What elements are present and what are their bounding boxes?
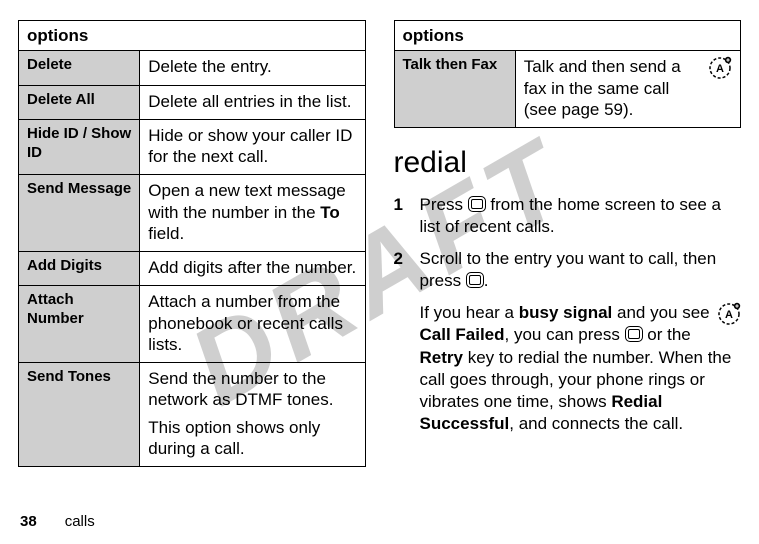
table-header: options (19, 21, 366, 51)
option-label: Send Tones (19, 363, 140, 467)
option-label: Delete All (19, 85, 140, 119)
list-item: 1 Press from the home screen to see a li… (394, 194, 742, 238)
option-label: Delete (19, 51, 140, 85)
svg-text:A: A (725, 309, 733, 321)
desc-bold: To (320, 203, 340, 222)
step-text: . (484, 271, 489, 290)
svg-text:A: A (716, 63, 724, 75)
option-desc: Hide or show your caller ID for the next… (140, 119, 365, 175)
option-label: Hide ID / Show ID (19, 119, 140, 175)
table-row: Delete All Delete all entries in the lis… (19, 85, 366, 119)
option-desc: Open a new text message with the number … (140, 175, 365, 252)
option-label: Talk then Fax (394, 51, 515, 128)
desc-text: Open a new text message with the number … (148, 181, 346, 221)
para-text: , you can press (505, 325, 625, 344)
table-row: Send Tones Send the number to the networ… (19, 363, 366, 467)
option-desc: A Talk and then send a fax in the same c… (515, 51, 740, 128)
step-text: Scroll to the entry you want to call, th… (420, 249, 717, 290)
step-text: Press (420, 195, 468, 214)
table-row: Send Message Open a new text message wit… (19, 175, 366, 252)
para-bold: busy signal (519, 303, 613, 322)
call-key-icon (468, 196, 486, 212)
page-footer: 38 calls (20, 513, 95, 530)
left-options-table: options Delete Delete the entry. Delete … (18, 20, 366, 467)
page-content: options Delete Delete the entry. Delete … (0, 0, 759, 480)
option-label: Add Digits (19, 252, 140, 286)
option-label: Send Message (19, 175, 140, 252)
para-text: and you see (612, 303, 709, 322)
desc-text: Send the number to the network as DTMF t… (148, 368, 356, 411)
table-row: Delete Delete the entry. (19, 51, 366, 85)
list-item: 2 Scroll to the entry you want to call, … (394, 248, 742, 292)
page-number: 38 (20, 513, 37, 530)
desc-text: Talk and then send a fax in the same cal… (524, 57, 681, 119)
table-header: options (394, 21, 741, 51)
plus-a-icon: A (708, 56, 732, 80)
option-desc: Add digits after the number. (140, 252, 365, 286)
table-row: Hide ID / Show ID Hide or show your call… (19, 119, 366, 175)
step-number: 1 (394, 194, 420, 238)
paragraph: A If you hear a busy signal and you see … (420, 302, 742, 435)
para-text: key to redial the number. When the call … (420, 348, 732, 411)
call-key-icon (466, 272, 484, 288)
right-options-table: options Talk then Fax A Talk and then se… (394, 20, 742, 128)
para-bold: Retry (420, 348, 463, 367)
table-row: Talk then Fax A Talk and then send a fax… (394, 51, 741, 128)
section-title: redial (394, 146, 742, 180)
para-text: or the (643, 325, 691, 344)
step-body: Press from the home screen to see a list… (420, 194, 742, 238)
right-column: options Talk then Fax A Talk and then se… (394, 20, 742, 480)
para-text: , and connects the call. (509, 414, 683, 433)
footer-section: calls (65, 513, 95, 530)
table-row: Attach Number Attach a number from the p… (19, 286, 366, 363)
left-column: options Delete Delete the entry. Delete … (18, 20, 366, 480)
option-desc: Attach a number from the phonebook or re… (140, 286, 365, 363)
desc-text: This option shows only during a call. (148, 417, 356, 460)
desc-text: field. (148, 224, 184, 243)
step-number: 2 (394, 248, 420, 292)
para-text: If you hear a (420, 303, 519, 322)
call-key-icon (625, 326, 643, 342)
option-desc: Delete all entries in the list. (140, 85, 365, 119)
option-desc: Send the number to the network as DTMF t… (140, 363, 365, 467)
para-bold: Call Failed (420, 325, 505, 344)
step-body: Scroll to the entry you want to call, th… (420, 248, 742, 292)
plus-a-icon: A (717, 302, 741, 326)
option-label: Attach Number (19, 286, 140, 363)
option-desc: Delete the entry. (140, 51, 365, 85)
table-row: Add Digits Add digits after the number. (19, 252, 366, 286)
steps-list: 1 Press from the home screen to see a li… (394, 194, 742, 292)
